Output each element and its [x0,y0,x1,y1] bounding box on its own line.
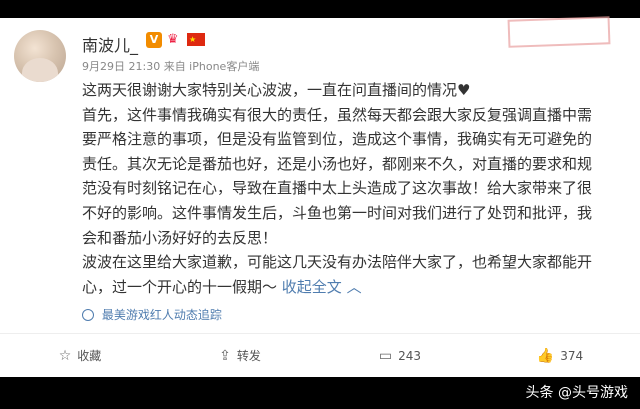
avatar[interactable] [14,30,66,82]
weibo-post-card: 南波儿_ V ♛ ★ 9月29日 21:30 来自 iPhone客户端 这两天很… [0,16,640,377]
paragraph-3: 波波在这里给大家道歉，可能这几天没有办法陪伴大家了，也希望大家都能开心，过一个开… [82,250,602,299]
post-body: 这两天很谢谢大家特别关心波波，一直在问直播间的情况♥ 首先，这件事情我确实有很大… [82,78,602,299]
repost-label: 转发 [236,349,261,363]
source-link[interactable]: 最美游戏红人动态追踪 [82,306,222,323]
source-icon [82,309,94,321]
star-icon: ☆ [58,347,72,364]
comment-count: 243 [398,348,422,363]
screenshot-frame: 南波儿_ V ♛ ★ 9月29日 21:30 来自 iPhone客户端 这两天很… [0,0,640,409]
favorite-label: 收藏 [77,349,102,363]
favorite-button[interactable]: ☆ 收藏 [0,334,160,377]
v-badge-icon: V [146,32,162,48]
like-button[interactable]: 👍 374 [480,334,640,377]
chevron-up-icon[interactable]: ︿ [347,278,362,296]
repost-button[interactable]: ⇪ 转发 [160,334,320,377]
like-count: 374 [560,348,584,363]
comment-icon: ▭ [378,347,393,364]
comment-button[interactable]: ▭ 243 [320,334,480,377]
stamp-logo [507,16,611,48]
top-black-bar [0,0,640,18]
collapse-link[interactable]: 收起全文 [282,278,342,296]
paragraph-1: 这两天很谢谢大家特别关心波波，一直在问直播间的情况♥ [82,81,471,99]
crown-icon: ♛ [167,32,179,47]
bottom-black-bar: 头条 @头号游戏 [0,377,640,409]
watermark: 头条 @头号游戏 [525,385,628,401]
like-icon: 👍 [536,347,555,364]
username[interactable]: 南波儿_ [82,32,138,56]
action-bar: ☆ 收藏 ⇪ 转发 ▭ 243 👍 374 [0,334,640,377]
post-meta: 9月29日 21:30 来自 iPhone客户端 [82,60,260,73]
repost-icon: ⇪ [219,347,231,364]
source-label: 最美游戏红人动态追踪 [101,308,222,322]
flag-icon: ★ [187,33,205,46]
paragraph-2: 首先，这件事情我确实有很大的责任，虽然每天都会跟大家反复强调直播中需要严格注意的… [82,105,593,247]
